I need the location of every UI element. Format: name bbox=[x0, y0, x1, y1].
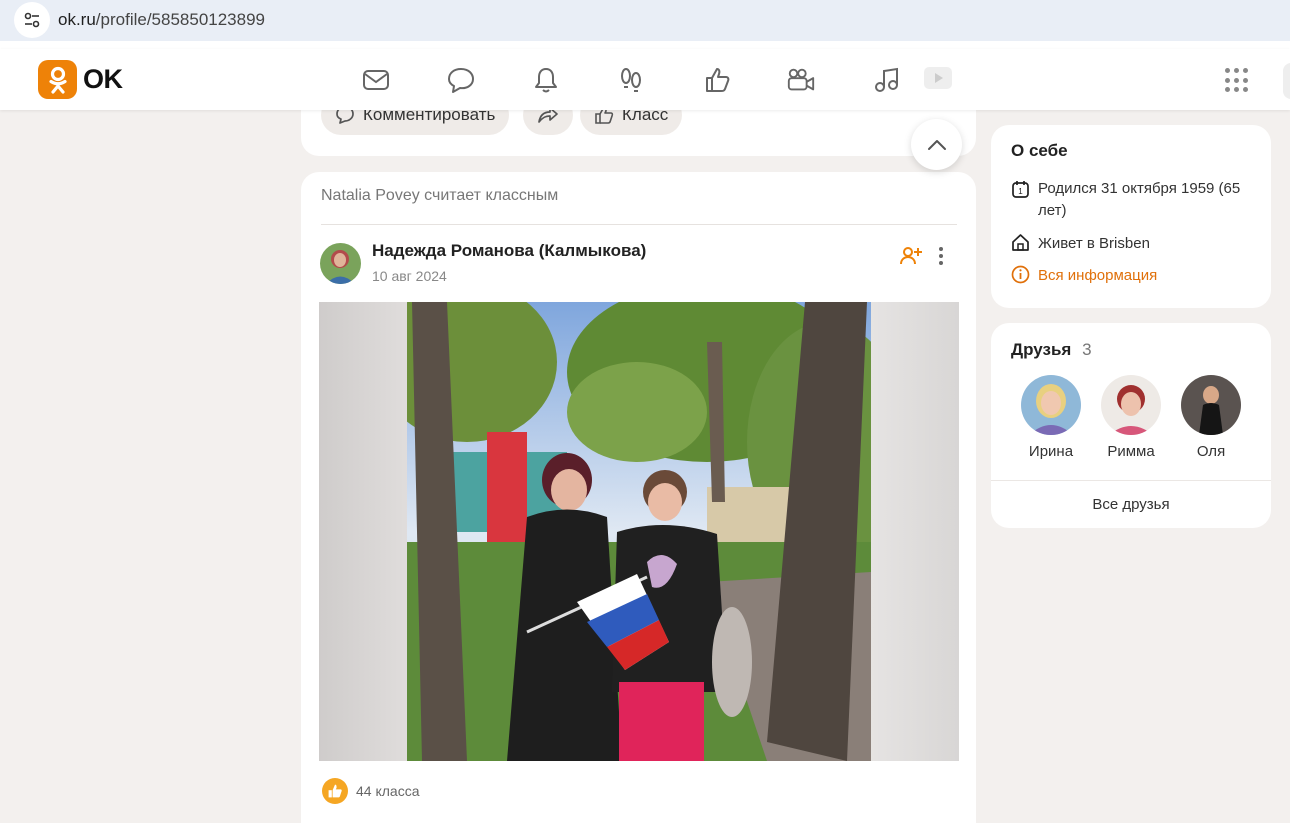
all-info-link[interactable]: Вся информация bbox=[1011, 265, 1157, 287]
svg-text:1: 1 bbox=[1018, 187, 1023, 196]
friends-count: 3 bbox=[1082, 340, 1092, 359]
thumb-up-icon[interactable] bbox=[702, 65, 732, 95]
friend-item[interactable]: Ирина bbox=[1011, 375, 1091, 460]
klass-count[interactable]: 44 класса bbox=[356, 783, 420, 799]
url-path: /profile/585850123899 bbox=[95, 10, 265, 29]
footprints-icon[interactable] bbox=[616, 65, 646, 95]
friend-avatar bbox=[1101, 375, 1161, 435]
url-field[interactable]: ok.ru/profile/585850123899 bbox=[58, 10, 265, 30]
friend-item[interactable]: Оля bbox=[1171, 375, 1251, 460]
friend-name: Римма bbox=[1107, 443, 1155, 460]
bell-icon[interactable] bbox=[531, 65, 561, 95]
logo-text: OK bbox=[83, 64, 123, 94]
chevron-up-icon bbox=[927, 139, 946, 150]
toolbar-separator bbox=[0, 41, 1290, 49]
about-title: О себе bbox=[1011, 141, 1068, 160]
friends-title[interactable]: Друзья 3 bbox=[1011, 340, 1092, 360]
all-info-label: Вся информация bbox=[1038, 267, 1158, 284]
location-info: Живет в Brisben bbox=[1011, 233, 1150, 255]
klass-count-icon bbox=[322, 778, 348, 804]
friend-name: Оля bbox=[1196, 443, 1226, 460]
friends-divider bbox=[991, 480, 1271, 481]
site-settings-icon[interactable] bbox=[14, 2, 50, 38]
info-icon bbox=[1011, 265, 1030, 284]
top-navigation: OK bbox=[0, 49, 1290, 110]
post-author-name[interactable]: Надежда Романова (Калмыкова) bbox=[372, 241, 646, 261]
scroll-to-top-button[interactable] bbox=[911, 119, 962, 170]
music-icon[interactable] bbox=[871, 65, 901, 95]
location-text: Живет в Brisben bbox=[1038, 235, 1150, 252]
chat-icon[interactable] bbox=[446, 65, 476, 95]
apps-grid-icon[interactable] bbox=[1225, 68, 1250, 93]
add-friend-icon[interactable] bbox=[899, 244, 923, 268]
calendar-icon: 1 bbox=[1012, 181, 1029, 198]
profile-menu-edge[interactable] bbox=[1283, 63, 1290, 99]
more-options-icon[interactable] bbox=[932, 245, 950, 267]
liked-by-text: Natalia Povey считает классным bbox=[321, 187, 559, 204]
browser-address-bar: ok.ru/profile/585850123899 bbox=[0, 0, 1290, 41]
post-photo bbox=[407, 302, 871, 761]
friend-avatar bbox=[1021, 375, 1081, 435]
all-friends-button[interactable]: Все друзья bbox=[991, 496, 1271, 513]
friend-avatar bbox=[1181, 375, 1241, 435]
friend-item[interactable]: Римма bbox=[1091, 375, 1171, 460]
video-play-icon[interactable] bbox=[923, 63, 953, 93]
mail-icon[interactable] bbox=[361, 65, 391, 95]
author-avatar[interactable] bbox=[320, 243, 361, 284]
post-date: 10 авг 2024 bbox=[372, 268, 447, 284]
home-icon bbox=[1012, 234, 1029, 251]
friend-name: Ирина bbox=[1028, 443, 1074, 460]
post-divider bbox=[321, 224, 957, 225]
post-photo-container[interactable] bbox=[319, 302, 959, 761]
friends-title-label: Друзья bbox=[1011, 340, 1072, 359]
url-host: ok.ru bbox=[58, 10, 96, 29]
ok-logo[interactable]: OK bbox=[38, 60, 123, 99]
birth-text: Родился 31 октября 1959 (65 лет) bbox=[1038, 180, 1241, 219]
video-camera-icon[interactable] bbox=[786, 65, 816, 95]
birth-info: 1 Родился 31 октября 1959 (65 лет) bbox=[1011, 178, 1261, 222]
ok-logo-icon bbox=[38, 60, 77, 99]
